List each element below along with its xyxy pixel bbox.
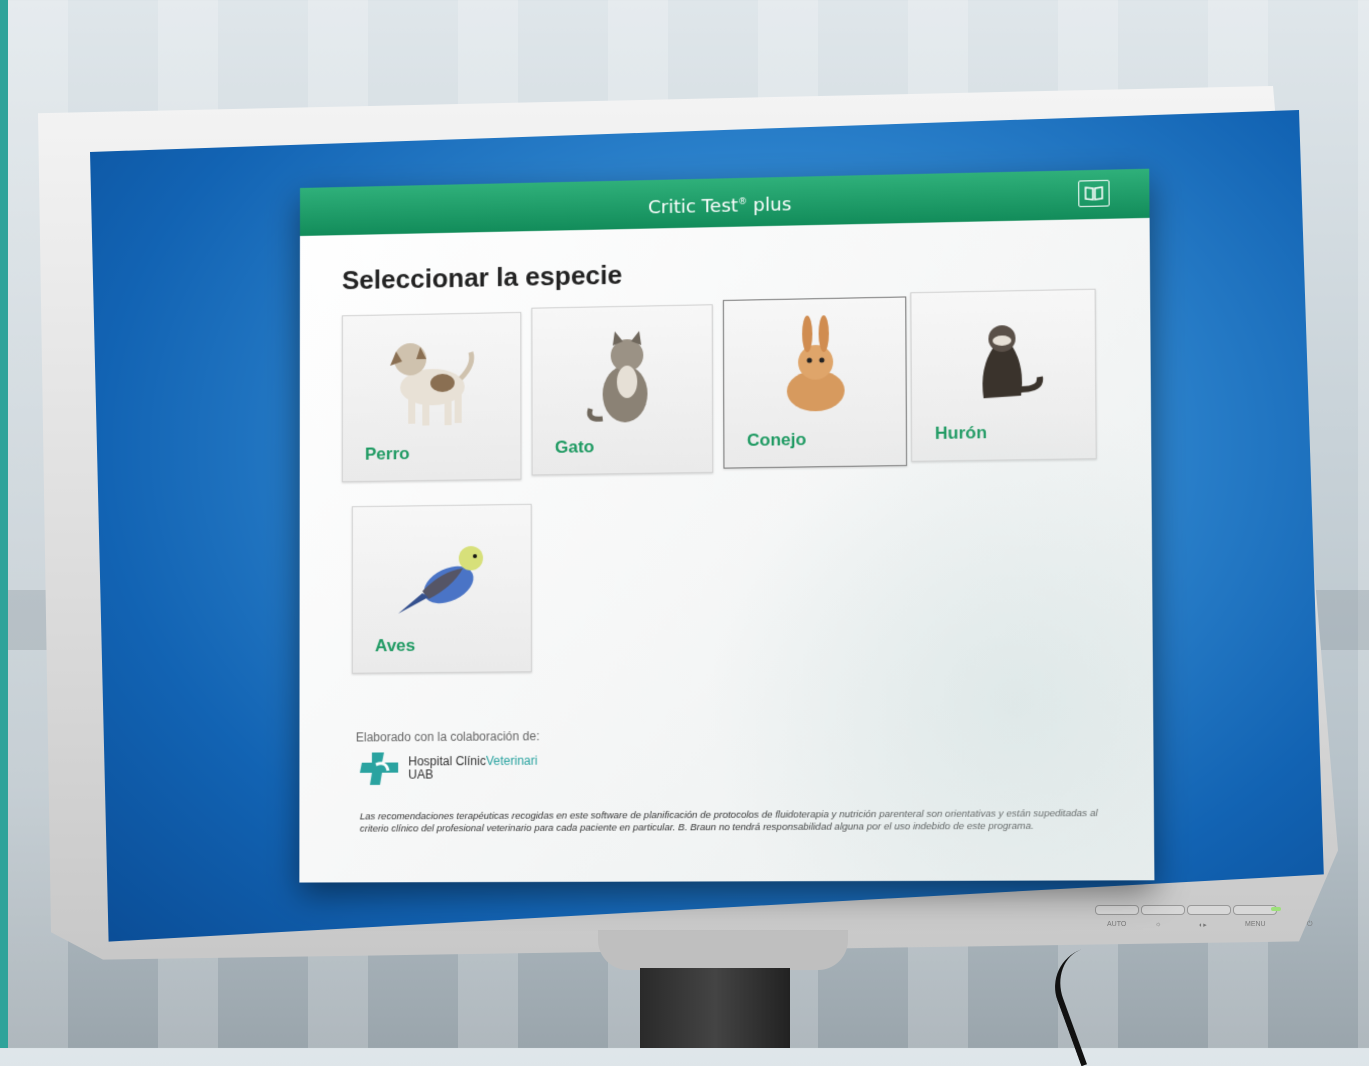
monitor-input-label: ◐▸ — [1199, 922, 1207, 929]
monitor-brightness-label: ☼ — [1155, 921, 1162, 928]
app-window: Critic Test® plus Seleccionar la especie… — [299, 168, 1155, 883]
bird-icon — [398, 545, 484, 614]
disclaimer-text: Las recomendaciones terapéuticas recogid… — [359, 807, 1098, 835]
species-label: Perro — [364, 443, 410, 464]
app-title: Critic Test® plus — [648, 194, 792, 219]
rabbit-icon — [786, 315, 845, 412]
dog-icon — [390, 328, 483, 426]
monitor-stand — [640, 968, 790, 1048]
monitor-buttons: AUTO ☼ ◐▸ MENU ⏻ — [1095, 905, 1335, 929]
species-label: Gato — [554, 437, 595, 457]
species-card-conejo[interactable]: Conejo — [722, 296, 908, 469]
monitor-stand-notch — [598, 930, 848, 970]
manual-button[interactable] — [1078, 179, 1110, 208]
species-label: Aves — [374, 635, 416, 656]
species-label: Conejo — [746, 429, 807, 450]
species-label: Hurón — [934, 422, 987, 444]
cat-icon — [572, 330, 648, 433]
ferret-icon — [982, 325, 1057, 419]
teal-edge-strip — [0, 0, 8, 1048]
power-icon[interactable]: ⏻ — [1307, 921, 1313, 929]
monitor-auto-label: AUTO — [1107, 921, 1127, 928]
species-card-perro[interactable]: Perro — [341, 311, 522, 483]
page-title: Seleccionar la especie — [341, 259, 623, 296]
hospital-cross-icon — [359, 752, 399, 786]
species-card-gato[interactable]: Gato — [531, 304, 714, 476]
hospital-logo-text: Hospital ClínicVeterinari UAB — [408, 753, 538, 782]
book-icon — [1084, 186, 1103, 201]
species-card-aves[interactable]: Aves — [351, 503, 532, 674]
collab-label: Elaborado con la colaboración de: — [355, 729, 540, 745]
monitor-brightness-button[interactable] — [1141, 905, 1185, 915]
species-card-huron[interactable]: Hurón — [910, 288, 1097, 462]
power-led — [1271, 907, 1281, 911]
monitor-auto-button[interactable] — [1095, 905, 1139, 915]
hospital-logo: Hospital ClínicVeterinari UAB — [358, 749, 538, 787]
monitor-menu-label: MENU — [1245, 921, 1266, 928]
monitor-input-button[interactable] — [1187, 905, 1231, 915]
